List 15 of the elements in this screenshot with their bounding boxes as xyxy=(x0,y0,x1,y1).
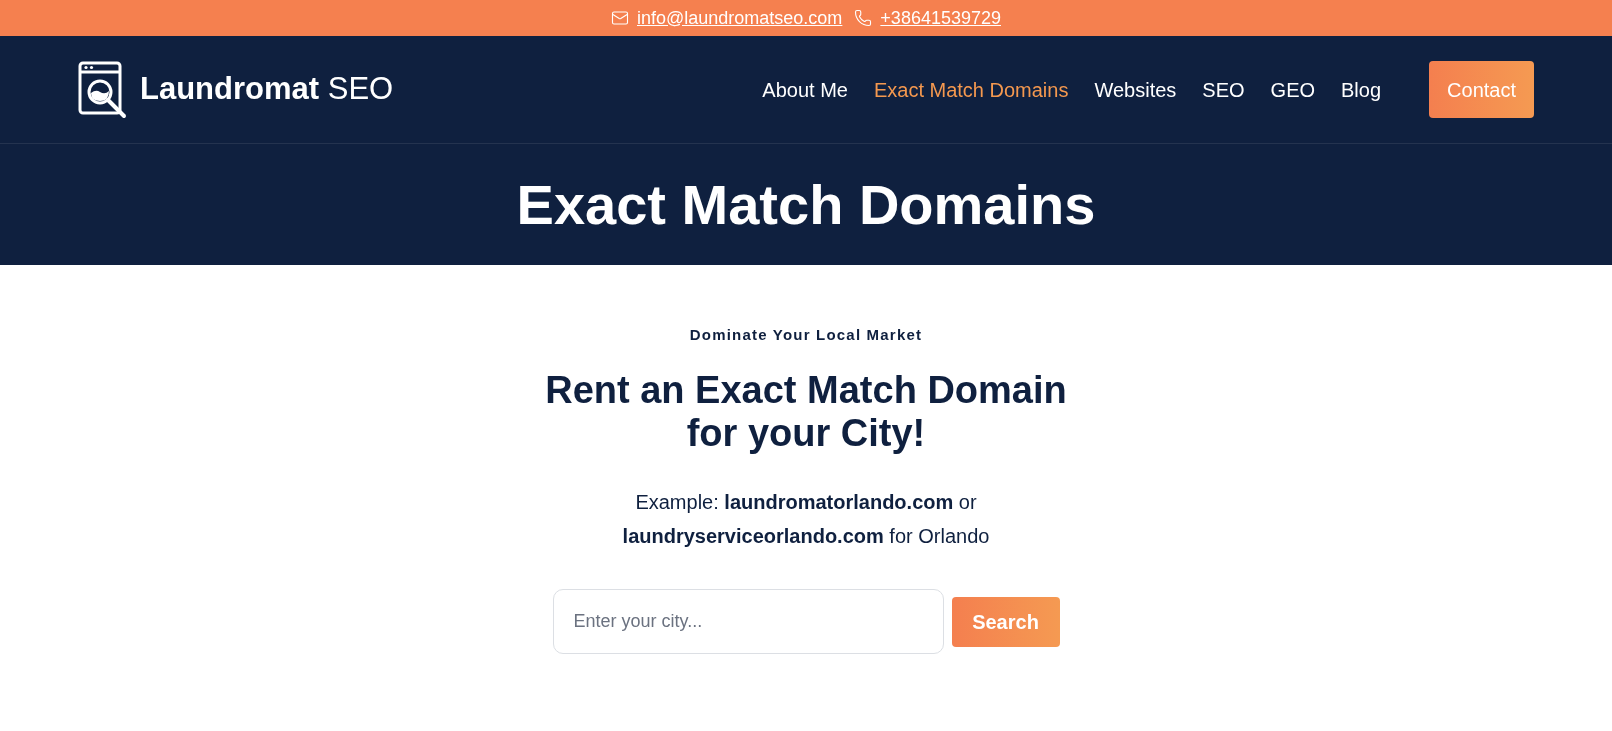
nav-link[interactable]: Exact Match Domains xyxy=(873,74,1069,105)
example-text: Example: laundromatorlando.com or laundryserviceorlando.com for Orlando xyxy=(621,490,991,549)
page-title: Exact Match Domains xyxy=(516,171,1096,238)
section-heading: Rent an Exact Match Domain for your City! xyxy=(544,369,1068,455)
mail-icon xyxy=(611,9,629,27)
logo-text[interactable]: Laundromat SEO xyxy=(140,66,394,113)
city-input-field[interactable]: Enter your city... xyxy=(552,589,944,654)
eyebrow-text: Dominate Your Local Market xyxy=(689,325,923,345)
phone-icon xyxy=(854,9,873,27)
washing-machine-magnifier-icon xyxy=(78,60,128,119)
nav-link[interactable]: Blog xyxy=(1341,74,1382,105)
nav-link[interactable]: Websites xyxy=(1094,74,1177,105)
nav-link[interactable]: SEO xyxy=(1202,74,1245,105)
nav-link[interactable]: GEO xyxy=(1270,74,1316,105)
nav-link[interactable]: About Me xyxy=(762,74,848,105)
